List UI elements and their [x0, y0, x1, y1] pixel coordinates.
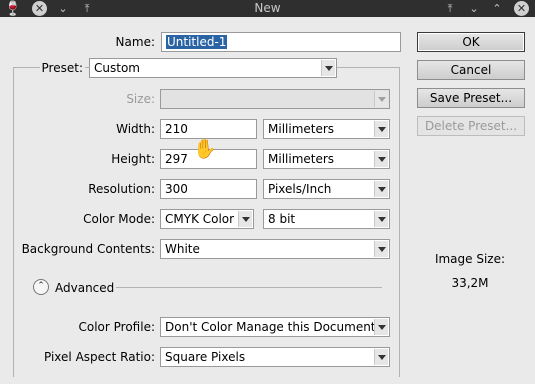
resolution-field[interactable]: 300	[160, 179, 257, 199]
resolution-unit-value: Pixels/Inch	[268, 182, 332, 196]
name-label: Name:	[115, 35, 155, 49]
chevron-down-icon	[374, 319, 388, 335]
width-unit-select[interactable]: Millimeters	[263, 119, 390, 139]
color-profile-select[interactable]: Don't Color Manage this Document	[160, 317, 390, 337]
background-value: White	[165, 242, 200, 256]
delete-preset-button: Delete Preset...	[417, 116, 525, 136]
minimize-icon[interactable]: ⌄	[467, 0, 481, 17]
chevron-down-icon	[238, 211, 252, 227]
resolution-label: Resolution:	[88, 182, 155, 196]
preset-label: Preset:	[40, 59, 85, 77]
bit-depth-select[interactable]: 8 bit	[263, 209, 390, 229]
chevron-down-icon	[374, 241, 388, 257]
color-mode-value: CMYK Color	[165, 212, 235, 226]
background-label: Background Contents:	[21, 242, 155, 256]
height-label: Height:	[111, 152, 155, 166]
cancel-button[interactable]: Cancel	[417, 60, 525, 80]
close-icon[interactable]: ✕	[513, 0, 530, 17]
bit-depth-value: 8 bit	[268, 212, 296, 226]
size-label: Size:	[126, 92, 155, 106]
title-bar: 🍷 ✕ ⌄ ⤒ New ⤒ ⌄ ⌃ ✕	[0, 0, 535, 17]
chevron-down-icon	[374, 91, 388, 107]
chevron-down-icon	[321, 60, 335, 76]
image-size-label: Image Size:	[434, 252, 506, 266]
name-field[interactable]: Untitled-1	[161, 32, 401, 52]
advanced-label[interactable]: Advanced	[55, 279, 114, 297]
chevron-down-icon	[374, 151, 388, 167]
pixel-aspect-select[interactable]: Square Pixels	[160, 347, 390, 367]
width-unit-value: Millimeters	[268, 122, 335, 136]
width-field[interactable]: 210	[160, 119, 257, 139]
height-unit-select[interactable]: Millimeters	[263, 149, 390, 169]
preset-select[interactable]: Custom	[89, 58, 337, 78]
chevron-down-icon	[374, 121, 388, 137]
chevron-down-icon	[374, 349, 388, 365]
height-unit-value: Millimeters	[268, 152, 335, 166]
hand-cursor-icon: ✋	[193, 138, 217, 160]
chevron-down-icon	[374, 181, 388, 197]
color-mode-select[interactable]: CMYK Color	[160, 209, 254, 229]
ok-button[interactable]: OK	[417, 32, 525, 52]
pixel-aspect-label: Pixel Aspect Ratio:	[44, 350, 155, 364]
pixel-aspect-value: Square Pixels	[165, 350, 246, 364]
color-mode-label: Color Mode:	[83, 212, 155, 226]
chevron-down-icon	[374, 211, 388, 227]
keep-above-icon[interactable]: ⤒	[443, 0, 457, 17]
resolution-unit-select[interactable]: Pixels/Inch	[263, 179, 390, 199]
color-profile-label: Color Profile:	[78, 320, 156, 334]
size-select	[160, 89, 390, 109]
width-label: Width:	[116, 122, 155, 136]
maximize-icon[interactable]: ⌃	[490, 0, 504, 17]
expand-icon[interactable]: ⌃	[33, 279, 49, 295]
color-profile-value: Don't Color Manage this Document	[165, 320, 376, 334]
save-preset-button[interactable]: Save Preset...	[417, 88, 525, 108]
background-select[interactable]: White	[160, 239, 390, 259]
name-value: Untitled-1	[166, 35, 228, 49]
image-size-value: 33,2M	[451, 276, 489, 290]
preset-value: Custom	[94, 61, 140, 75]
divider	[116, 287, 382, 288]
